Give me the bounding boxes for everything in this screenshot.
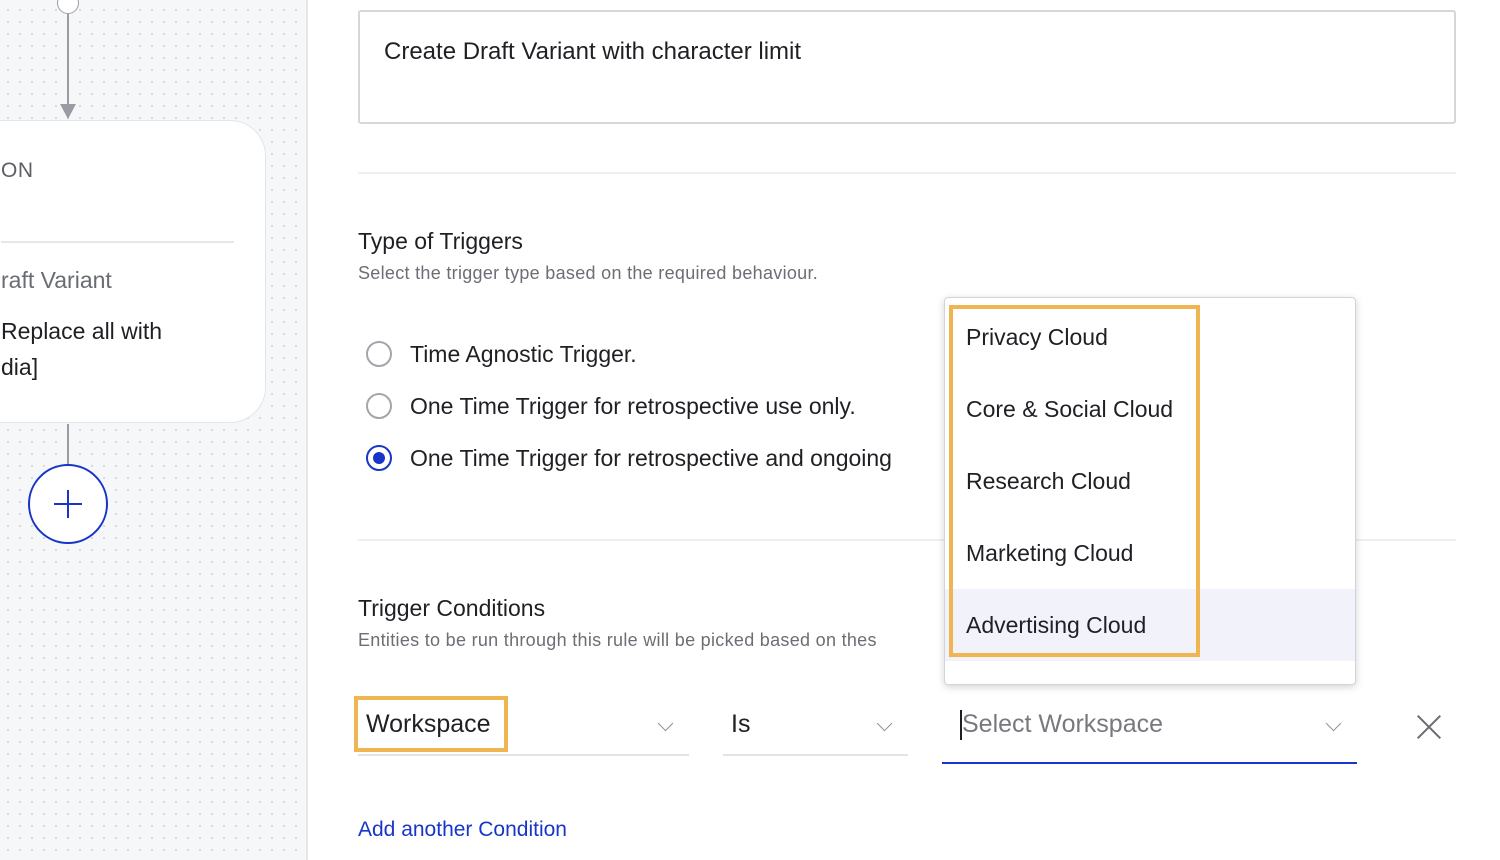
add-node-button[interactable] bbox=[28, 464, 108, 544]
add-condition-link[interactable]: Add another Condition bbox=[358, 818, 567, 842]
action-card[interactable]: ON raft Variant Replace all with dia] bbox=[0, 120, 266, 423]
card-divider bbox=[1, 241, 234, 243]
radio-retrospective-ongoing[interactable]: One Time Trigger for retrospective and o… bbox=[366, 442, 892, 474]
card-body-line: Replace all with bbox=[1, 318, 163, 344]
highlight-box bbox=[949, 305, 1200, 657]
condition-operator-select[interactable]: Is bbox=[723, 694, 908, 756]
chevron-down-icon bbox=[876, 715, 893, 732]
workspace-placeholder: Select Workspace bbox=[962, 710, 1164, 738]
radio-retrospective-only[interactable]: One Time Trigger for retrospective use o… bbox=[366, 390, 856, 422]
chevron-down-icon bbox=[1325, 715, 1342, 732]
connector-line bbox=[67, 424, 69, 466]
trigger-type-description: Select the trigger type based on the req… bbox=[358, 263, 819, 283]
section-divider bbox=[358, 172, 1456, 174]
arrow-down-icon bbox=[60, 104, 76, 119]
trigger-conditions-description: Entities to be run through this rule wil… bbox=[358, 630, 877, 650]
radio-button[interactable] bbox=[366, 393, 392, 419]
card-heading: ON bbox=[1, 159, 34, 182]
highlight-box bbox=[354, 696, 508, 752]
condition-operator-value: Is bbox=[731, 710, 751, 738]
radio-button[interactable] bbox=[366, 341, 392, 367]
start-node[interactable] bbox=[57, 0, 79, 14]
radio-label: One Time Trigger for retrospective use o… bbox=[410, 392, 856, 419]
workflow-canvas[interactable]: ON raft Variant Replace all with dia] bbox=[0, 0, 308, 860]
trigger-type-title: Type of Triggers bbox=[358, 228, 523, 254]
card-subtitle: raft Variant bbox=[1, 267, 112, 293]
radio-label: One Time Trigger for retrospective and o… bbox=[410, 444, 892, 471]
remove-condition-button[interactable] bbox=[1416, 714, 1442, 740]
card-body-line: dia] bbox=[1, 354, 39, 380]
connector-line bbox=[67, 14, 69, 108]
workspace-select[interactable]: Select Workspace bbox=[942, 694, 1357, 764]
radio-label: Time Agnostic Trigger. bbox=[410, 340, 637, 367]
chevron-down-icon bbox=[657, 715, 674, 732]
trigger-conditions-title: Trigger Conditions bbox=[358, 595, 546, 621]
radio-time-agnostic[interactable]: Time Agnostic Trigger. bbox=[366, 338, 637, 370]
rule-name-field[interactable]: Create Draft Variant with character limi… bbox=[358, 10, 1456, 124]
rule-name-value: Create Draft Variant with character limi… bbox=[384, 38, 802, 65]
radio-button-selected[interactable] bbox=[366, 445, 392, 471]
card-body: Replace all with dia] bbox=[1, 313, 221, 385]
